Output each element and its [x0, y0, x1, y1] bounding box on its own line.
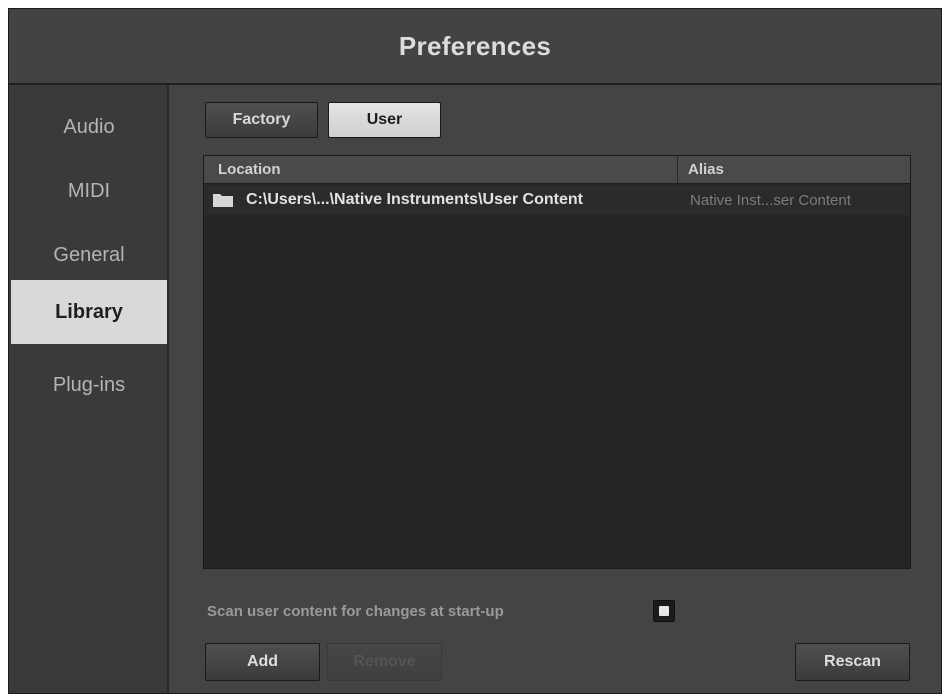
checkbox-checked-mark [659, 606, 669, 616]
location-path: C:\Users\...\Native Instruments\User Con… [246, 191, 583, 208]
library-panel: Factory User Location Alias C:\Users\...… [169, 85, 941, 693]
remove-button[interactable]: Remove [327, 643, 442, 681]
sidebar-item-audio[interactable]: Audio [11, 95, 167, 159]
folder-icon [212, 192, 234, 208]
table-header: Location Alias [204, 156, 910, 184]
title-bar: Preferences [9, 9, 941, 85]
rescan-button[interactable]: Rescan [795, 643, 910, 681]
add-button[interactable]: Add [205, 643, 320, 681]
sidebar-item-general[interactable]: General [11, 223, 167, 287]
sidebar-item-midi[interactable]: MIDI [11, 159, 167, 223]
alias-cell: Native Inst...ser Content [690, 191, 851, 209]
alias-column-header[interactable]: Alias [678, 156, 910, 183]
scan-at-startup-checkbox[interactable] [653, 600, 675, 622]
preferences-window: Preferences Audio MIDI General Library P… [8, 8, 942, 694]
scan-at-startup-label: Scan user content for changes at start-u… [207, 603, 504, 620]
table-row[interactable]: C:\Users\...\Native Instruments\User Con… [204, 185, 910, 215]
user-tab-button[interactable]: User [328, 102, 441, 138]
preferences-sidebar: Audio MIDI General Library Plug-ins [9, 85, 169, 693]
factory-tab-button[interactable]: Factory [205, 102, 318, 138]
window-title: Preferences [398, 30, 552, 61]
sidebar-item-library[interactable]: Library [11, 280, 167, 344]
user-library-table: Location Alias C:\Users\...\Native Instr… [203, 155, 911, 569]
location-cell: C:\Users\...\Native Instruments\User Con… [212, 185, 674, 215]
location-column-header[interactable]: Location [204, 156, 678, 183]
sidebar-item-plug-ins[interactable]: Plug-ins [11, 353, 167, 417]
